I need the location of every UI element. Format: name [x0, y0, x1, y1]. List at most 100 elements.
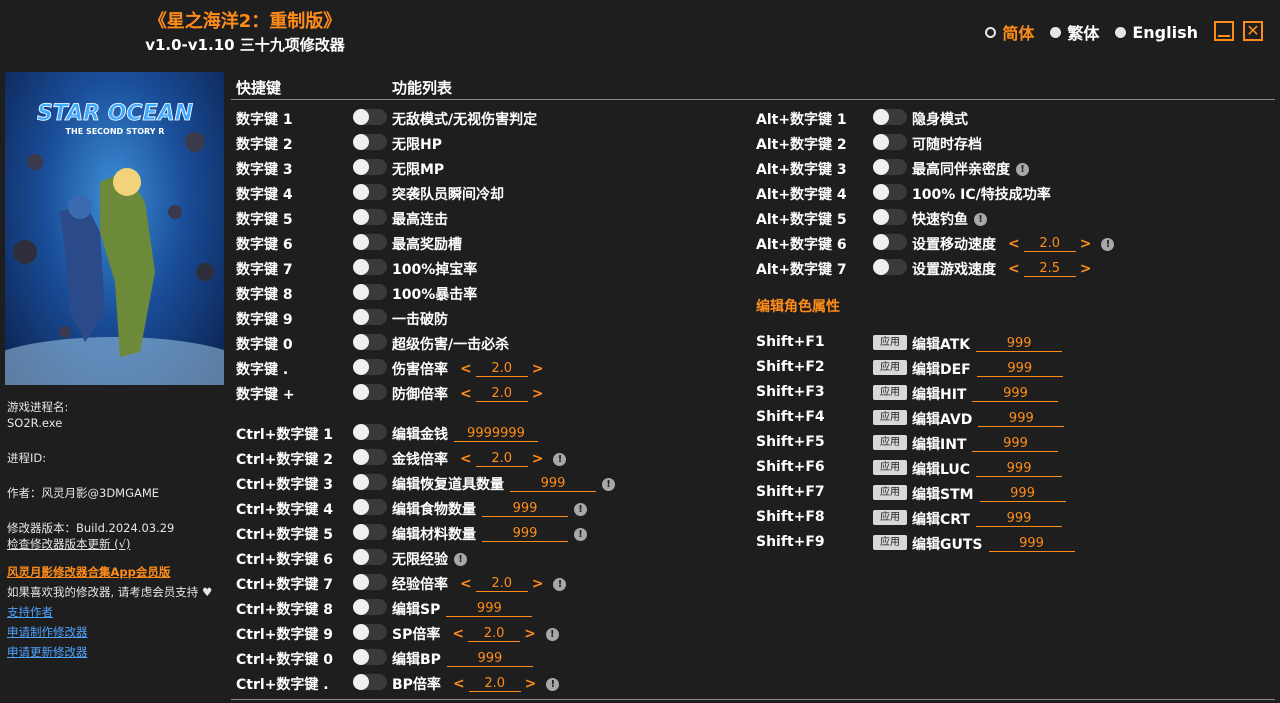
toggle-switch[interactable]: [873, 134, 907, 150]
info-warning-icon: !: [553, 452, 567, 466]
value-input[interactable]: 999: [972, 386, 1059, 402]
value-input[interactable]: 999: [978, 411, 1065, 427]
toggle-switch[interactable]: [873, 234, 907, 250]
trainer-subtitle: v1.0-v1.10 三十九项修改器: [145, 36, 345, 54]
value-input[interactable]: 999: [482, 526, 568, 542]
toggle-switch[interactable]: [873, 259, 907, 275]
multiplier-value[interactable]: 2.0: [1023, 236, 1076, 252]
decrease-arrow-icon[interactable]: <: [1004, 236, 1024, 252]
multiplier-value[interactable]: 2.0: [468, 676, 521, 692]
apply-button[interactable]: 应用: [873, 485, 907, 500]
apply-button[interactable]: 应用: [873, 335, 907, 350]
value-input[interactable]: 999: [972, 436, 1059, 452]
value-input[interactable]: 999: [988, 536, 1075, 552]
increase-arrow-icon[interactable]: >: [1076, 261, 1096, 277]
toggle-switch[interactable]: [353, 549, 387, 565]
check-update-link[interactable]: 检查修改器版本更新 (√): [7, 536, 130, 552]
minimize-button[interactable]: [1214, 21, 1234, 41]
toggle-switch[interactable]: [873, 209, 907, 225]
toggle-switch[interactable]: [353, 599, 387, 615]
support-author-link[interactable]: 支持作者: [7, 604, 53, 620]
increase-arrow-icon[interactable]: >: [520, 626, 540, 642]
cover-art-svg: STAR OCEAN THE SECOND STORY R: [5, 101, 224, 385]
increase-arrow-icon[interactable]: >: [528, 576, 548, 592]
toggle-switch[interactable]: [353, 649, 387, 665]
cheat-row: 数字键 8 100%暴击率: [236, 281, 756, 303]
toggle-switch[interactable]: [353, 184, 387, 200]
decrease-arrow-icon[interactable]: <: [1004, 261, 1024, 277]
value-input[interactable]: 999: [510, 476, 596, 492]
multiplier-value[interactable]: 2.0: [475, 386, 528, 402]
decrease-arrow-icon[interactable]: <: [456, 576, 476, 592]
multiplier-value[interactable]: 2.0: [475, 576, 528, 592]
hotkey-label: 数字键 9: [236, 312, 293, 328]
toggle-switch[interactable]: [353, 109, 387, 125]
increase-arrow-icon[interactable]: >: [528, 451, 548, 467]
toggle-switch[interactable]: [353, 134, 387, 150]
function-label-group: 编辑食物数量 999!: [392, 499, 587, 519]
value-input[interactable]: 999: [976, 361, 1063, 377]
increase-arrow-icon[interactable]: >: [528, 361, 548, 377]
multiplier-value[interactable]: 2.0: [475, 451, 528, 467]
value-input[interactable]: 9999999: [454, 426, 538, 442]
value-input[interactable]: 999: [446, 651, 533, 667]
lang-option-traditional[interactable]: 繁体: [1050, 20, 1099, 44]
value-input[interactable]: 999: [975, 511, 1062, 527]
decrease-arrow-icon[interactable]: <: [449, 676, 469, 692]
toggle-switch[interactable]: [353, 159, 387, 175]
decrease-arrow-icon[interactable]: <: [456, 361, 476, 377]
toggle-switch[interactable]: [353, 624, 387, 640]
toggle-switch[interactable]: [353, 499, 387, 515]
toggle-switch[interactable]: [353, 309, 387, 325]
toggle-switch[interactable]: [353, 209, 387, 225]
toggle-switch[interactable]: [353, 574, 387, 590]
value-input[interactable]: 999: [482, 501, 568, 517]
value-input[interactable]: 999: [979, 486, 1066, 502]
increase-arrow-icon[interactable]: >: [1076, 236, 1096, 252]
apply-button[interactable]: 应用: [873, 435, 907, 450]
toggle-switch[interactable]: [873, 159, 907, 175]
function-label: 编辑STM: [912, 487, 974, 503]
function-label-group: 编辑BP 999: [392, 649, 533, 669]
toggle-switch[interactable]: [353, 424, 387, 440]
apply-button[interactable]: 应用: [873, 410, 907, 425]
toggle-switch[interactable]: [353, 334, 387, 350]
apply-button[interactable]: 应用: [873, 510, 907, 525]
apply-button[interactable]: 应用: [873, 385, 907, 400]
toggle-switch[interactable]: [353, 524, 387, 540]
value-input[interactable]: 999: [976, 461, 1063, 477]
toggle-switch[interactable]: [353, 359, 387, 375]
process-id-label: 进程ID:: [7, 451, 47, 465]
toggle-switch[interactable]: [353, 234, 387, 250]
toggle-switch[interactable]: [353, 474, 387, 490]
decrease-arrow-icon[interactable]: <: [456, 451, 476, 467]
toggle-switch[interactable]: [353, 259, 387, 275]
multiplier-value[interactable]: 2.0: [475, 361, 528, 377]
multiplier-value[interactable]: 2.5: [1023, 261, 1076, 277]
multiplier-value[interactable]: 2.0: [468, 626, 521, 642]
close-button[interactable]: ✕: [1243, 21, 1263, 41]
increase-arrow-icon[interactable]: >: [528, 386, 548, 402]
apply-button[interactable]: 应用: [873, 460, 907, 475]
value-input[interactable]: 999: [976, 336, 1063, 352]
value-input[interactable]: 999: [446, 601, 533, 617]
lang-option-english[interactable]: English: [1115, 23, 1198, 42]
request-update-link[interactable]: 申请更新修改器: [7, 644, 88, 660]
request-trainer-link[interactable]: 申请制作修改器: [7, 624, 88, 640]
toggle-switch[interactable]: [353, 284, 387, 300]
toggle-switch[interactable]: [353, 384, 387, 400]
app-promo-link[interactable]: 风灵月影修改器合集App会员版: [7, 564, 170, 580]
toggle-switch[interactable]: [873, 109, 907, 125]
toggle-switch[interactable]: [873, 184, 907, 200]
lang-option-simplified[interactable]: 简体: [985, 20, 1034, 44]
apply-button[interactable]: 应用: [873, 535, 907, 550]
apply-button[interactable]: 应用: [873, 360, 907, 375]
decrease-arrow-icon[interactable]: <: [456, 386, 476, 402]
decrease-arrow-icon[interactable]: <: [448, 626, 468, 642]
toggle-switch[interactable]: [353, 674, 387, 690]
increase-arrow-icon[interactable]: >: [521, 676, 541, 692]
hotkey-label: Shift+F5: [756, 434, 825, 450]
function-label-group: 100%暴击率: [392, 284, 477, 304]
toggle-switch[interactable]: [353, 449, 387, 465]
title-block: 《星之海洋2：重制版》 v1.0-v1.10 三十九项修改器: [100, 10, 390, 56]
